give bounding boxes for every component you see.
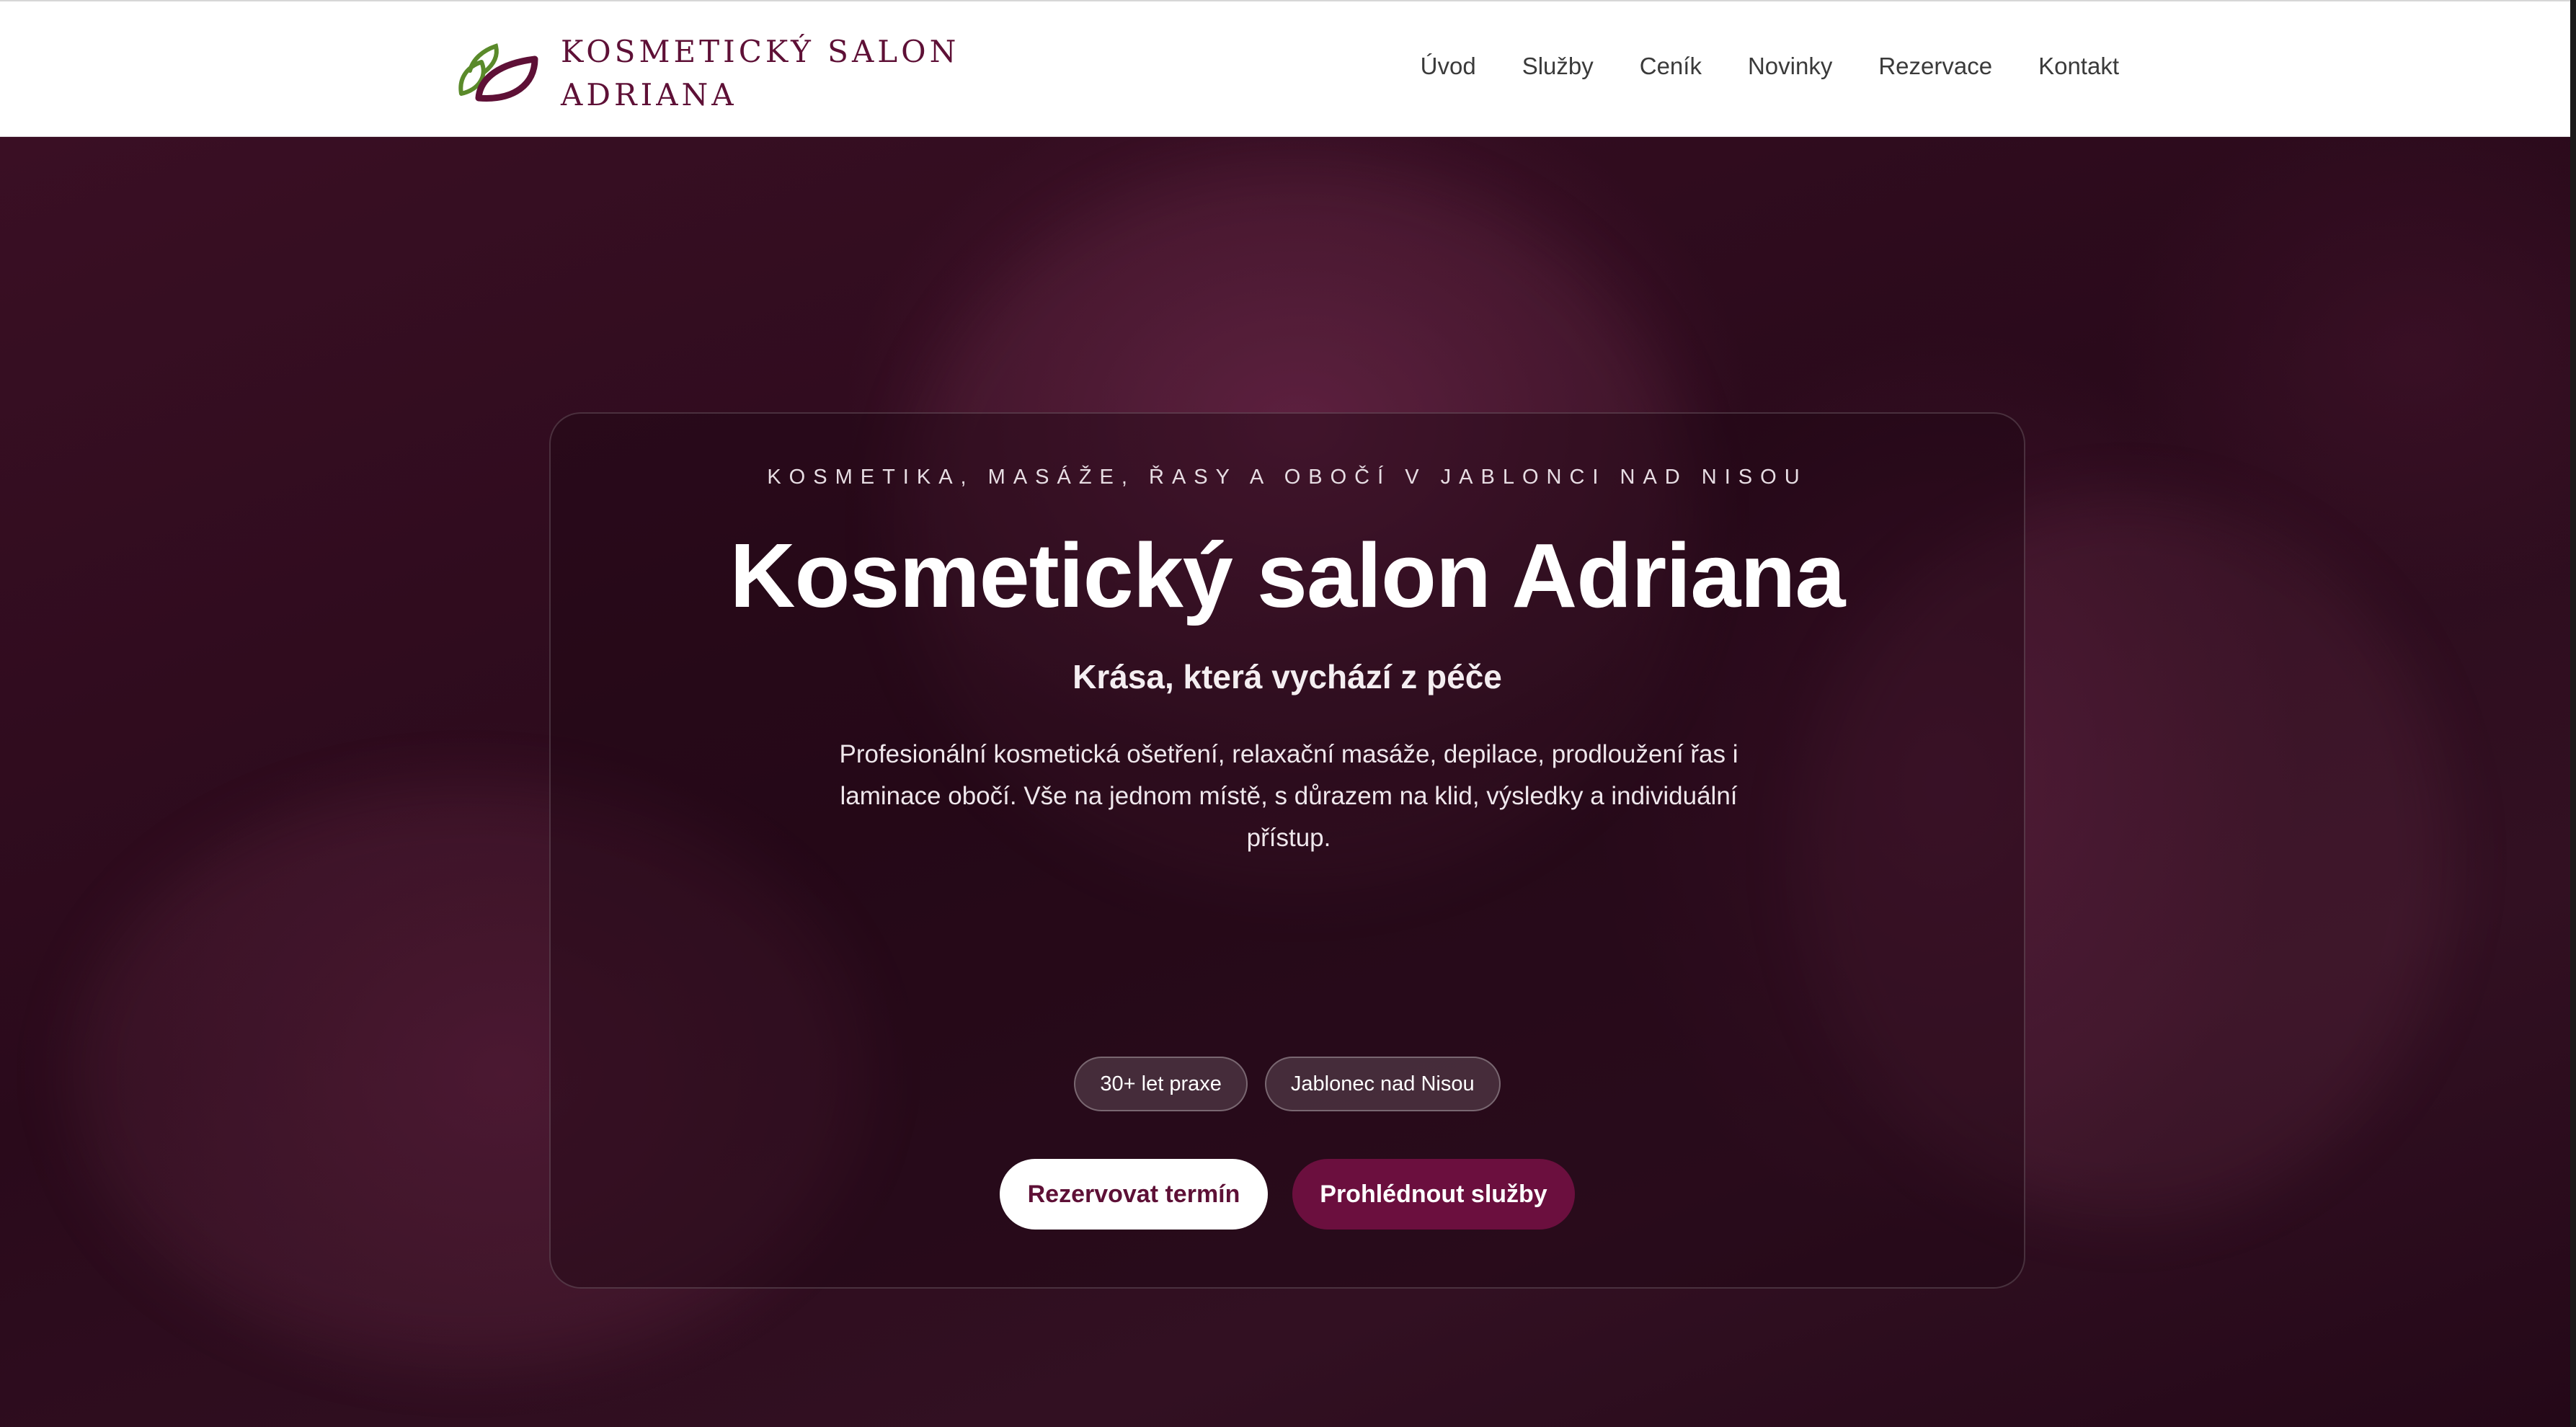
nav-item-uvod[interactable]: Úvod — [1421, 49, 1476, 84]
window-edge — [2570, 0, 2576, 1427]
badge-experience: 30+ let praxe — [1074, 1057, 1248, 1111]
hero-subtitle: Krása, která vychází z péče — [1072, 658, 1502, 695]
hero-eyebrow: KOSMETIKA, MASÁŽE, ŘASY A OBOČÍ V JABLON… — [767, 466, 1808, 489]
hero-actions: Rezervovat termín Prohlédnout služby — [551, 1159, 2024, 1230]
brand-name-line1: KOSMETICKÝ SALON — [561, 34, 960, 69]
hero-title: Kosmetický salon Adriana — [729, 525, 1846, 626]
brand-logo[interactable]: KOSMETICKÝ SALON ADRIANA — [454, 30, 959, 117]
nav-item-sluzby[interactable]: Služby — [1522, 49, 1594, 84]
leaf-logo-icon — [458, 43, 538, 102]
hero-card: KOSMETIKA, MASÁŽE, ŘASY A OBOČÍ V JABLON… — [549, 412, 2025, 1289]
book-appointment-button[interactable]: Rezervovat termín — [1000, 1159, 1268, 1230]
nav-item-kontakt[interactable]: Kontakt — [2038, 49, 2119, 84]
nav-item-cenik[interactable]: Ceník — [1640, 49, 1702, 84]
hero-section: KOSMETIKA, MASÁŽE, ŘASY A OBOČÍ V JABLON… — [0, 137, 2576, 1427]
nav-item-rezervace[interactable]: Rezervace — [1878, 49, 1992, 84]
hero-badges: 30+ let praxe Jablonec nad Nisou — [551, 1057, 2024, 1111]
site-header: KOSMETICKÝ SALON ADRIANA Úvod Služby Cen… — [0, 0, 2576, 137]
badge-location: Jablonec nad Nisou — [1264, 1057, 1501, 1111]
main-nav: Úvod Služby Ceník Novinky Rezervace Kont… — [1421, 49, 2119, 84]
nav-item-novinky[interactable]: Novinky — [1748, 49, 1832, 84]
view-services-button[interactable]: Prohlédnout služby — [1292, 1159, 1575, 1230]
brand-name-line2: ADRIANA — [561, 77, 737, 112]
hero-description: Profesionální kosmetická ošetření, relax… — [839, 740, 1738, 852]
brand-name: KOSMETICKÝ SALON ADRIANA — [561, 30, 959, 117]
